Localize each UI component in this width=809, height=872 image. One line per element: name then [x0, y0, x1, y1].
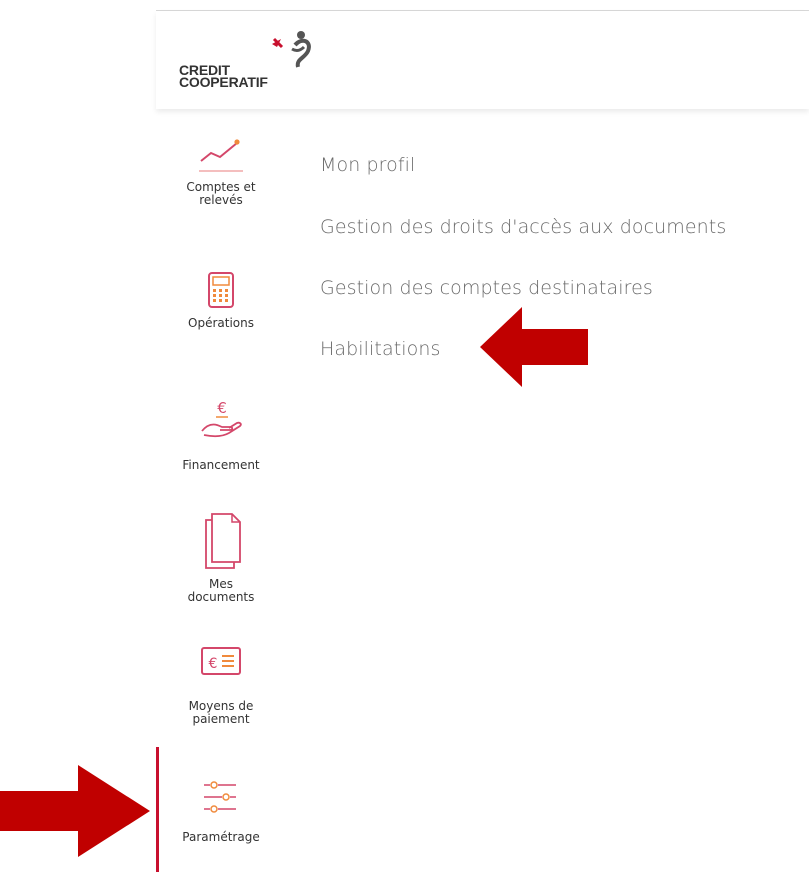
sidebar-item-label: Financement [182, 458, 260, 472]
sidebar-item-label: Paramétrage [182, 830, 260, 844]
menu-item-mon-profil[interactable]: Mon profil [320, 154, 415, 176]
sidebar-item-label: Moyens de paiement [188, 699, 254, 726]
sidebar-item-moyens-paiement[interactable]: € Moyens de paiement [156, 644, 286, 726]
menu-item-habilitations[interactable]: Habilitations [320, 338, 441, 360]
header: CREDIT COOPERATIF [156, 11, 809, 109]
arrow-right-icon [0, 765, 150, 857]
menu-item-droits-acces[interactable]: Gestion des droits d'accès aux documents [320, 216, 726, 238]
svg-text:€: € [209, 656, 218, 672]
sidebar-item-label: Comptes et relevés [186, 180, 256, 207]
sidebar-item-comptes[interactable]: Comptes et relevés [156, 135, 286, 207]
credit-cooperatif-logo[interactable]: CREDIT COOPERATIF [178, 23, 311, 103]
arrow-left-icon [480, 307, 588, 387]
sidebar-item-label: Opérations [188, 316, 254, 330]
hand-euro-icon: € [201, 399, 242, 438]
sidebar-item-parametrage[interactable]: Paramétrage [156, 773, 286, 844]
sidebar-item-documents[interactable]: Mes documents [156, 510, 286, 604]
svg-text:€: € [217, 399, 227, 417]
euro-card-icon: € [201, 647, 241, 675]
sliders-icon [204, 781, 236, 813]
sidebar: Comptes et relevés Opérations € Financem… [156, 110, 286, 872]
sidebar-item-operations[interactable]: Opérations [156, 271, 286, 330]
logo-text-line2: COOPERATIF [179, 74, 268, 90]
logo-mark-icon [272, 31, 311, 68]
sidebar-item-financement[interactable]: € Financement [156, 397, 286, 472]
calculator-icon [208, 272, 234, 308]
menu-item-comptes-destinataires[interactable]: Gestion des comptes destinataires [320, 277, 653, 299]
sidebar-item-label: Mes documents [187, 577, 255, 604]
chart-line-icon [199, 139, 243, 172]
documents-icon [205, 513, 241, 569]
